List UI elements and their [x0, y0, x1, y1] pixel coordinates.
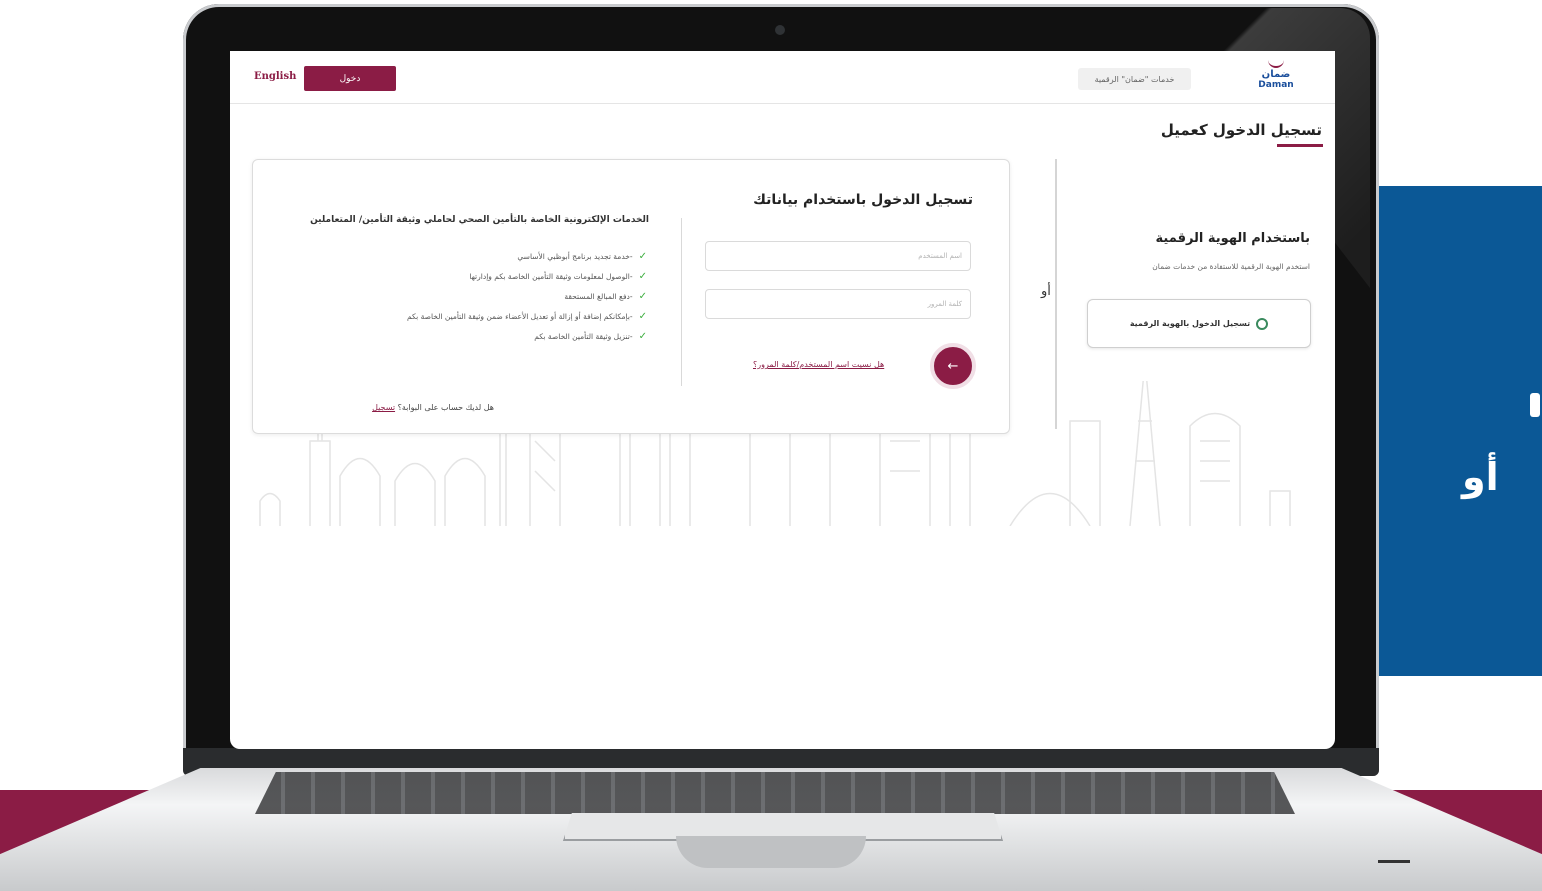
- credentials-login-card: تسجيل الدخول باستخدام بياناتك ← هل نسيت …: [252, 159, 1010, 434]
- login-button[interactable]: دخول: [304, 66, 396, 91]
- page-title: تسجيل الدخول كعميل: [1160, 121, 1322, 139]
- background-side-text: أو: [1462, 455, 1499, 499]
- card-divider: [681, 218, 682, 386]
- check-icon: ✓: [638, 331, 647, 342]
- check-icon: ✓: [638, 311, 647, 322]
- logo-english-text: Daman: [1258, 80, 1294, 90]
- top-navigation-bar: English دخول خدمات "ضمان" الرقمية ضمان D…: [230, 51, 1335, 104]
- username-input[interactable]: [705, 241, 971, 271]
- digital-id-login-button[interactable]: تسجيل الدخول بالهوية الرقمية: [1087, 299, 1311, 348]
- forgot-credentials-link[interactable]: هل نسيت اسم المستخدم/كلمة المرور؟: [753, 360, 884, 369]
- keyboard: [255, 772, 1295, 814]
- register-prompt-text: هل لديك حساب على البوابة؟: [397, 403, 494, 412]
- register-link[interactable]: تسجيل: [372, 403, 395, 412]
- service-item: ✓-خدمة تجديد برنامج أبوظبي الأساسي: [517, 251, 647, 262]
- service-item: ✓-دفع المبالغ المستحقة: [564, 291, 647, 302]
- background-blue-panel: [1378, 186, 1542, 676]
- logo-arabic-text: ضمان: [1261, 69, 1291, 80]
- service-item: ✓-تنزيل وثيقة التأمين الخاصة بكم: [534, 331, 647, 342]
- digital-services-button[interactable]: خدمات "ضمان" الرقمية: [1078, 68, 1191, 90]
- or-separator-label: أو: [1041, 284, 1051, 299]
- status-led: [1378, 860, 1410, 863]
- password-input[interactable]: [705, 289, 971, 319]
- daman-logo[interactable]: ضمان Daman: [1252, 60, 1300, 94]
- register-prompt: هل لديك حساب على البوابة؟ تسجيل: [372, 403, 494, 412]
- background-dot: [1530, 393, 1540, 417]
- browser-screen: English دخول خدمات "ضمان" الرقمية ضمان D…: [230, 51, 1335, 749]
- logo-swoosh-icon: [1268, 60, 1284, 68]
- services-list: ✓-خدمة تجديد برنامج أبوظبي الأساسي ✓-الو…: [277, 247, 647, 347]
- service-item: ✓-الوصول لمعلومات وثيقة التأمين الخاصة ب…: [469, 271, 647, 282]
- service-item: ✓-بإمكانكم إضافة أو إزالة أو تعديل الأعض…: [407, 311, 647, 322]
- laptop-notch: [676, 836, 866, 868]
- submit-login-button[interactable]: ←: [930, 343, 976, 389]
- digital-id-title: باستخدام الهوية الرقمية: [1155, 231, 1310, 246]
- credentials-login-title: تسجيل الدخول باستخدام بياناتك: [753, 192, 973, 208]
- language-switch-link[interactable]: English: [254, 71, 296, 82]
- title-underline: [1277, 144, 1323, 147]
- fingerprint-icon: [1256, 317, 1269, 330]
- or-separator-line: [1055, 159, 1057, 429]
- digital-id-subtitle: استخدم الهوية الرقمية للاستفادة من خدمات…: [1152, 262, 1310, 271]
- check-icon: ✓: [638, 251, 647, 262]
- check-icon: ✓: [638, 291, 647, 302]
- check-icon: ✓: [638, 271, 647, 282]
- services-title: الخدمات الإلكترونية الخاصة بالتأمين الصح…: [310, 215, 649, 225]
- digital-id-login-label: تسجيل الدخول بالهوية الرقمية: [1129, 319, 1251, 328]
- arrow-left-icon: ←: [947, 358, 959, 374]
- webcam-icon: [775, 25, 785, 35]
